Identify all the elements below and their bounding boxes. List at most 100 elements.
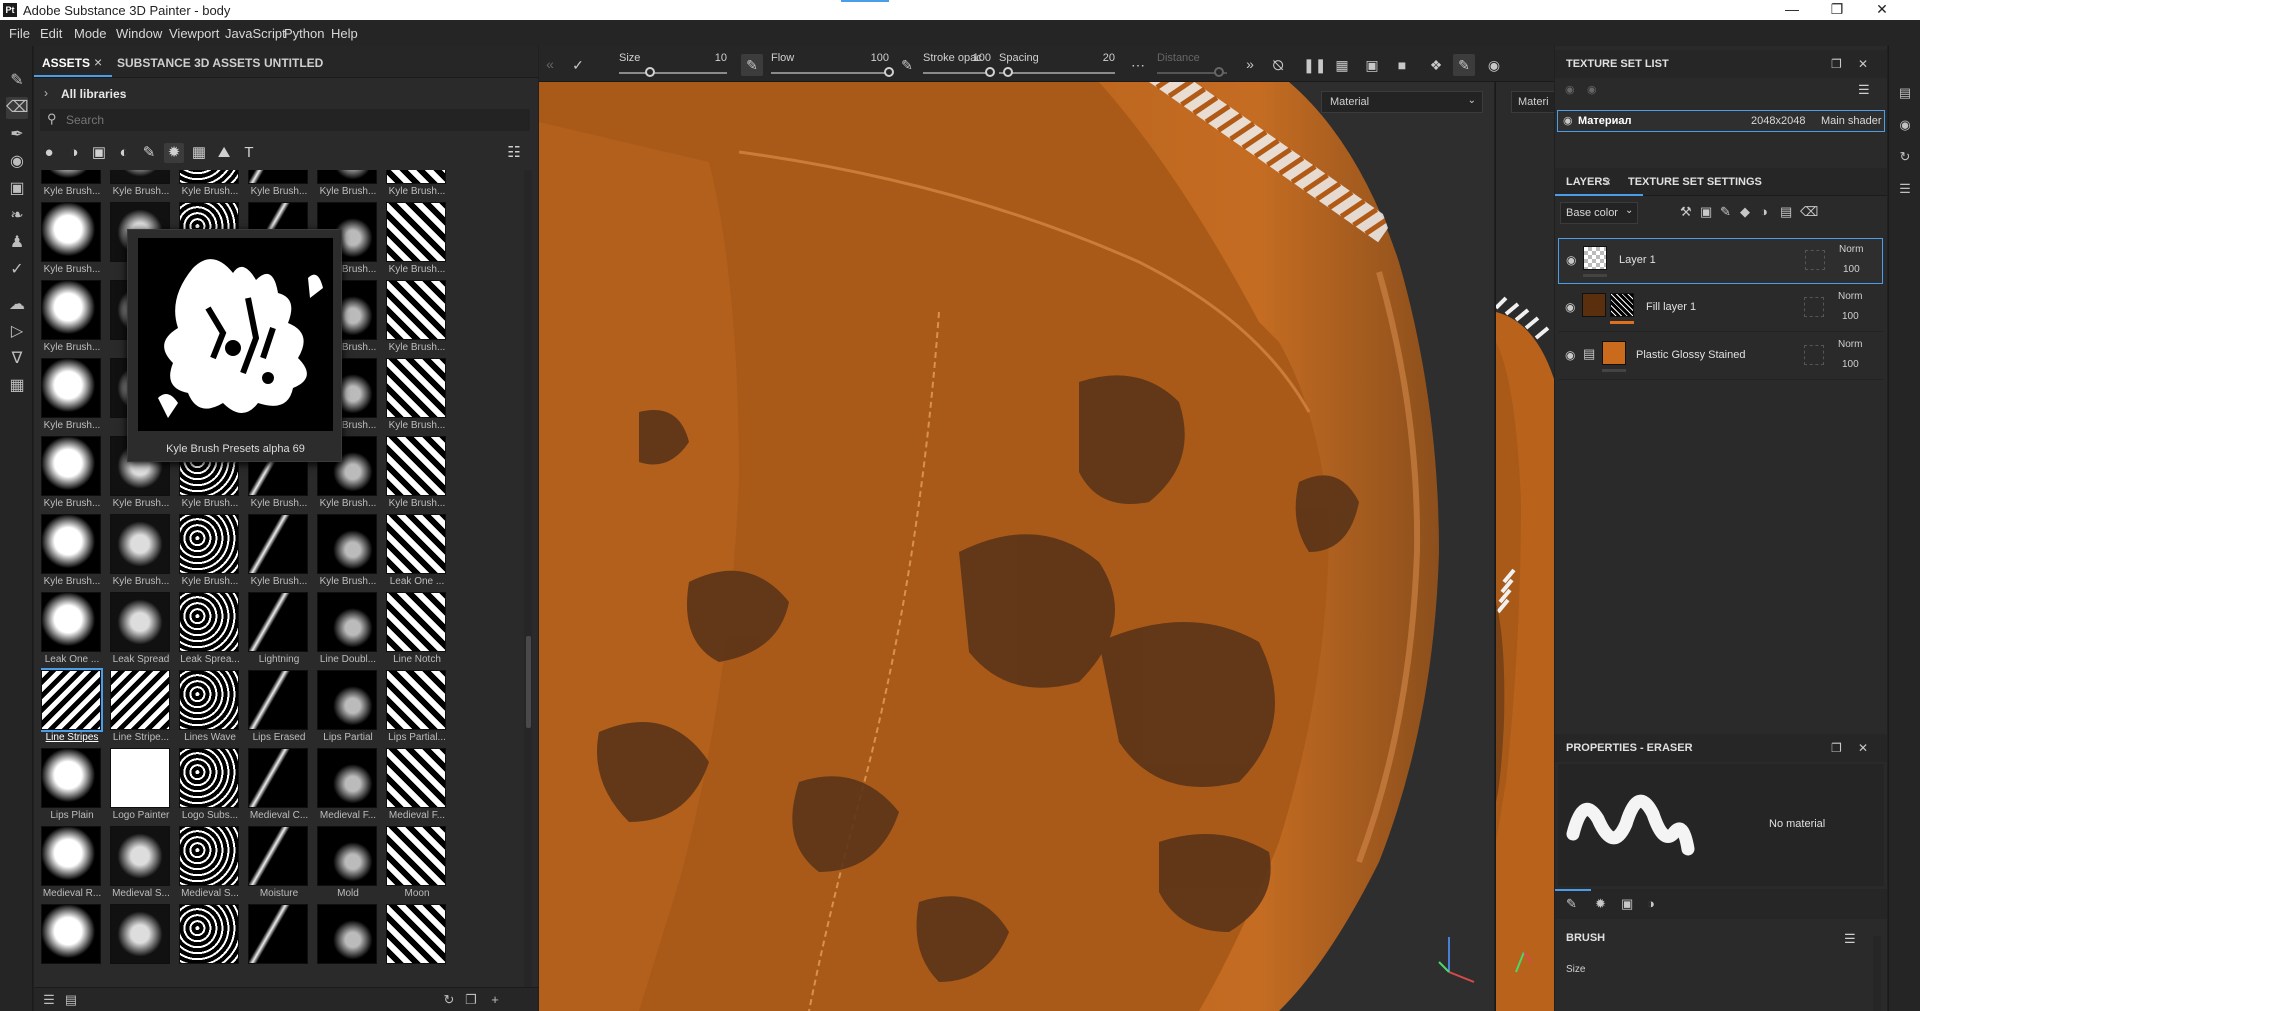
- search-box[interactable]: ⚲: [40, 109, 530, 131]
- asset-tile[interactable]: Logo Subs...: [179, 748, 241, 826]
- menu-window[interactable]: Window: [116, 26, 162, 41]
- color-picker-icon[interactable]: ✓: [6, 259, 28, 281]
- alpha-filter-icon[interactable]: ✹: [164, 143, 184, 163]
- texture-set-row[interactable]: ◉ Материал 2048x2048 Main shader: [1557, 110, 1885, 132]
- material-tab-icon[interactable]: ◑: [1647, 896, 1655, 911]
- asset-tile[interactable]: Kyle Brush...: [386, 280, 448, 358]
- asset-tile[interactable]: Kyle Brush...: [41, 202, 103, 280]
- layer-blend-mode[interactable]: Norm: [1839, 244, 1863, 255]
- layer-blend-mode[interactable]: Norm: [1838, 339, 1862, 350]
- brush-tab-icon[interactable]: ✎: [1566, 896, 1577, 912]
- asset-tile[interactable]: Line Stripes: [41, 668, 103, 748]
- menu-mode[interactable]: Mode: [74, 26, 107, 41]
- pause-icon[interactable]: ❚❚: [1303, 54, 1326, 76]
- add-effect-icon[interactable]: ⚒: [1680, 204, 1692, 220]
- asset-tile[interactable]: Kyle Brush...: [386, 202, 448, 280]
- layer-opacity[interactable]: 100: [1842, 359, 1859, 370]
- asset-tile[interactable]: Kyle Brush...: [248, 514, 310, 592]
- search-input[interactable]: [66, 111, 506, 129]
- flow-slider-knob[interactable]: [884, 67, 894, 77]
- layer-eye-icon[interactable]: ◉: [1566, 253, 1576, 267]
- asset-tile[interactable]: Kyle Brush...: [386, 170, 448, 202]
- hide-uv-icon[interactable]: ⦰: [1267, 54, 1289, 76]
- add-fill-layer-icon[interactable]: ◆: [1740, 204, 1750, 220]
- size-slider-track[interactable]: [619, 72, 727, 74]
- display-settings-icon[interactable]: ▦: [1331, 54, 1353, 76]
- size-value[interactable]: 10: [687, 52, 727, 64]
- material-mode-select-2d[interactable]: Materi: [1511, 91, 1554, 113]
- close-layers-tab-icon[interactable]: ×: [1604, 175, 1611, 189]
- asset-tile[interactable]: Kyle Brush...: [41, 280, 103, 358]
- asset-tile[interactable]: Logo Painter: [110, 748, 172, 826]
- smudge-icon[interactable]: ❧: [6, 205, 28, 227]
- screenshot-icon[interactable]: ◉: [1483, 54, 1505, 76]
- stroke-opacity-slider-knob[interactable]: [985, 67, 995, 77]
- close-properties-icon[interactable]: ✕: [1858, 741, 1868, 755]
- menu-file[interactable]: File: [9, 26, 30, 41]
- tab-substance-3d-assets[interactable]: SUBSTANCE 3D ASSETS: [117, 56, 260, 70]
- asset-tile[interactable]: Kyle Brush...: [41, 436, 103, 514]
- asset-tile[interactable]: [179, 904, 241, 982]
- brush-filter-icon[interactable]: ✎: [139, 143, 159, 163]
- asset-tile[interactable]: Leak One ...: [41, 592, 103, 670]
- layer-mask-slot[interactable]: [1804, 345, 1824, 365]
- viewport-2d[interactable]: Materi: [1495, 82, 1554, 1011]
- texture-set-eye-icon[interactable]: ◉: [1563, 114, 1573, 127]
- restore-icon[interactable]: ❐: [1822, 1, 1852, 18]
- add-smart-material-icon[interactable]: ◑: [1760, 204, 1768, 219]
- asset-tile[interactable]: Kyle Brush...: [179, 170, 241, 202]
- symmetry-icon[interactable]: ∇: [6, 348, 28, 370]
- environment-filter-icon[interactable]: ⛰: [214, 143, 234, 163]
- history-icon[interactable]: ↻: [1896, 148, 1914, 166]
- asset-tile[interactable]: Leak Spread: [110, 592, 172, 670]
- flow-slider-track[interactable]: [771, 72, 889, 74]
- asset-tile[interactable]: Leak Sprea...: [179, 592, 241, 670]
- asset-tile[interactable]: Moisture: [248, 826, 310, 904]
- add-asset-icon[interactable]: +: [486, 991, 504, 1009]
- asset-tile[interactable]: Kyle Brush...: [110, 514, 172, 592]
- layer-mask-slot[interactable]: [1804, 297, 1824, 317]
- menu-edit[interactable]: Edit: [40, 26, 62, 41]
- asset-tile[interactable]: [248, 904, 310, 982]
- asset-tile[interactable]: Kyle Brush...: [41, 170, 103, 202]
- geometry-fill-icon[interactable]: ◉: [6, 151, 28, 173]
- material-filter-icon[interactable]: ●: [39, 143, 59, 163]
- channel-select[interactable]: Base color ⌄: [1560, 202, 1638, 224]
- close-tab-icon[interactable]: ×: [94, 54, 102, 70]
- projection-icon[interactable]: ✒: [6, 124, 28, 146]
- quick-mask-icon[interactable]: ▷: [6, 321, 28, 343]
- asset-tile[interactable]: Medieval C...: [248, 748, 310, 826]
- stroke-pressure-icon[interactable]: ✎: [896, 54, 918, 76]
- layer-opacity[interactable]: 100: [1843, 264, 1860, 275]
- generator-filter-icon[interactable]: ◐: [114, 143, 134, 163]
- close-panel-icon[interactable]: ✕: [1858, 57, 1868, 71]
- add-folder-icon[interactable]: ▤: [1780, 204, 1792, 220]
- asset-tile[interactable]: Medieval F...: [317, 748, 379, 826]
- view-mode-icon[interactable]: ▣: [1361, 54, 1383, 76]
- asset-tile[interactable]: Kyle Brush...: [41, 514, 103, 592]
- delete-layer-icon[interactable]: ⌫: [1800, 204, 1818, 220]
- expand-toolbar-icon[interactable]: »: [1239, 53, 1261, 75]
- layer-row[interactable]: ◉ Fill layer 1 Norm 100: [1558, 286, 1883, 332]
- asset-tile[interactable]: Line Notch: [386, 592, 448, 670]
- spacing-slider-knob[interactable]: [1003, 67, 1013, 77]
- panel-menu-icon[interactable]: ☰: [1858, 82, 1870, 98]
- asset-tile[interactable]: Kyle Brush...: [41, 358, 103, 436]
- layer-blend-mode[interactable]: Norm: [1838, 291, 1862, 302]
- asset-tile[interactable]: Lines Wave: [179, 670, 241, 748]
- layer-row[interactable]: ◉ Layer 1 Norm 100: [1558, 238, 1883, 284]
- bake-icon[interactable]: ☁: [6, 294, 28, 316]
- asset-tile[interactable]: Line Doubl...: [317, 592, 379, 670]
- tab-assets[interactable]: ASSETS: [42, 56, 90, 70]
- brush-section-menu-icon[interactable]: ☰: [1844, 931, 1856, 947]
- pen-pressure-icon[interactable]: ✎: [741, 54, 763, 76]
- refresh-icon[interactable]: ↻: [440, 991, 458, 1009]
- stroke-opacity-slider-track[interactable]: [923, 72, 991, 74]
- asset-tile[interactable]: Kyle Brush...: [179, 514, 241, 592]
- spacing-value[interactable]: 20: [1075, 52, 1115, 64]
- layer-row[interactable]: ◉ ▤ Plastic Glossy Stained Norm 100: [1558, 334, 1883, 380]
- details-view-icon[interactable]: ▤: [62, 991, 80, 1009]
- paint-mode-icon[interactable]: ✎: [1453, 54, 1475, 76]
- layer-eye-icon[interactable]: ◉: [1565, 348, 1575, 362]
- asset-tile[interactable]: [386, 904, 448, 982]
